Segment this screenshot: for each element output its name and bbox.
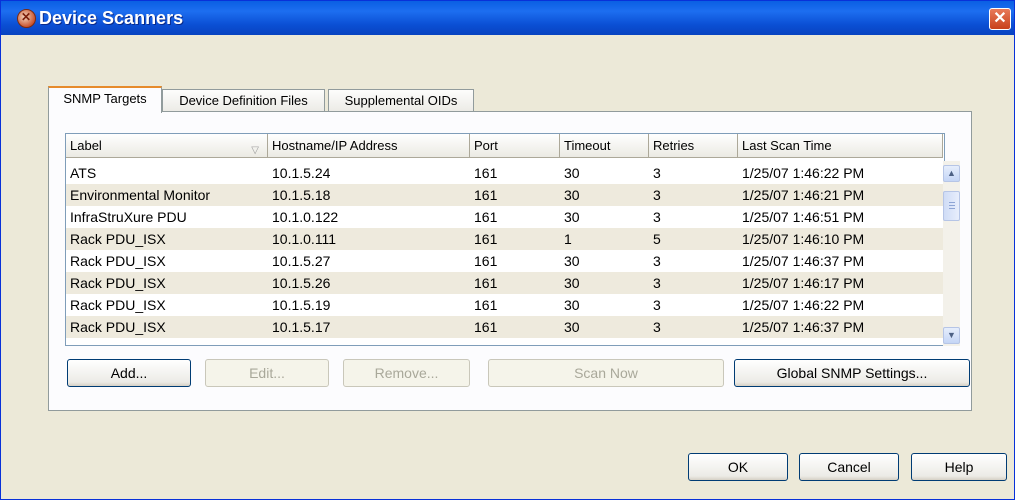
cell-hostname: 10.1.0.111 xyxy=(272,231,337,247)
column-header-port[interactable]: Port xyxy=(470,134,560,158)
cell-label: Rack PDU_ISX xyxy=(70,253,166,269)
scan-now-button[interactable]: Scan Now xyxy=(488,359,724,387)
snmp-targets-table: Label ▽ Hostname/IP Address Port Timeout… xyxy=(65,133,945,346)
window-title: Device Scanners xyxy=(39,8,184,28)
cancel-button[interactable]: Cancel xyxy=(799,453,899,481)
cell-port: 161 xyxy=(474,165,498,181)
column-header-label[interactable]: Label ▽ xyxy=(66,134,268,158)
table-row[interactable]: InfraStruXure PDU 10.1.0.122 161 30 3 1/… xyxy=(66,206,944,228)
cell-label: Environmental Monitor xyxy=(70,187,211,203)
tab-snmp-targets[interactable]: SNMP Targets xyxy=(48,86,162,113)
cell-port: 161 xyxy=(474,253,498,269)
cell-last-scan-time: 1/25/07 1:46:22 PM xyxy=(742,165,865,181)
cell-hostname: 10.1.5.17 xyxy=(272,319,331,335)
cell-last-scan-time: 1/25/07 1:46:21 PM xyxy=(742,187,865,203)
cell-last-scan-time: 1/25/07 1:46:51 PM xyxy=(742,209,865,225)
cell-timeout: 30 xyxy=(564,297,580,313)
cell-label: Rack PDU_ISX xyxy=(70,231,166,247)
app-icon xyxy=(17,9,36,28)
cell-last-scan-time: 1/25/07 1:46:10 PM xyxy=(742,231,865,247)
cell-retries: 3 xyxy=(653,297,661,313)
cell-last-scan-time: 1/25/07 1:46:37 PM xyxy=(742,253,865,269)
column-header-hostname[interactable]: Hostname/IP Address xyxy=(268,134,470,158)
help-button[interactable]: Help xyxy=(911,453,1007,481)
tab-supplemental-oids[interactable]: Supplemental OIDs xyxy=(328,89,474,111)
device-scanners-dialog: Device Scanners ✕ SNMP Targets Device De… xyxy=(0,0,1015,500)
cell-timeout: 30 xyxy=(564,319,580,335)
column-header-timeout[interactable]: Timeout xyxy=(560,134,649,158)
global-snmp-settings-button[interactable]: Global SNMP Settings... xyxy=(734,359,970,387)
cell-port: 161 xyxy=(474,187,498,203)
cell-hostname: 10.1.5.19 xyxy=(272,297,331,313)
cell-retries: 5 xyxy=(653,231,661,247)
add-button[interactable]: Add... xyxy=(67,359,191,387)
table-row[interactable]: Rack PDU_ISX 10.1.0.111 161 1 5 1/25/07 … xyxy=(66,228,944,250)
table-row[interactable]: Rack PDU_ISX 10.1.5.17 161 30 3 1/25/07 … xyxy=(66,316,944,338)
close-button[interactable]: ✕ xyxy=(989,8,1011,30)
cell-port: 161 xyxy=(474,319,498,335)
cell-last-scan-time: 1/25/07 1:46:37 PM xyxy=(742,319,865,335)
cell-timeout: 30 xyxy=(564,165,580,181)
vertical-scrollbar[interactable]: ▲ ▼ xyxy=(943,161,960,346)
cell-retries: 3 xyxy=(653,253,661,269)
column-header-retries[interactable]: Retries xyxy=(649,134,738,158)
cell-timeout: 30 xyxy=(564,209,580,225)
cell-label: Rack PDU_ISX xyxy=(70,319,166,335)
cell-retries: 3 xyxy=(653,209,661,225)
cell-hostname: 10.1.5.18 xyxy=(272,187,331,203)
cell-hostname: 10.1.5.26 xyxy=(272,275,331,291)
cell-timeout: 30 xyxy=(564,187,580,203)
scroll-down-icon[interactable]: ▼ xyxy=(943,327,960,344)
header-label-text: Label xyxy=(70,138,102,153)
cell-last-scan-time: 1/25/07 1:46:17 PM xyxy=(742,275,865,291)
cell-label: InfraStruXure PDU xyxy=(70,209,187,225)
cell-label: Rack PDU_ISX xyxy=(70,297,166,313)
cell-retries: 3 xyxy=(653,187,661,203)
table-row[interactable]: ATS 10.1.5.24 161 30 3 1/25/07 1:46:22 P… xyxy=(66,162,944,184)
edit-button[interactable]: Edit... xyxy=(205,359,329,387)
cell-timeout: 1 xyxy=(564,231,572,247)
table-row[interactable]: Rack PDU_ISX 10.1.5.26 161 30 3 1/25/07 … xyxy=(66,272,944,294)
cell-port: 161 xyxy=(474,231,498,247)
cell-port: 161 xyxy=(474,297,498,313)
title-bar[interactable]: Device Scanners ✕ xyxy=(1,1,1014,35)
ok-button[interactable]: OK xyxy=(688,453,788,481)
table-row[interactable]: Rack PDU_ISX 10.1.5.27 161 30 3 1/25/07 … xyxy=(66,250,944,272)
cell-timeout: 30 xyxy=(564,253,580,269)
table-row[interactable]: Environmental Monitor 10.1.5.18 161 30 3… xyxy=(66,184,944,206)
cell-retries: 3 xyxy=(653,275,661,291)
cell-retries: 3 xyxy=(653,165,661,181)
cell-hostname: 10.1.5.24 xyxy=(272,165,331,181)
cell-hostname: 10.1.0.122 xyxy=(272,209,339,225)
sort-descending-icon: ▽ xyxy=(251,145,259,156)
tab-device-definition-files[interactable]: Device Definition Files xyxy=(162,89,325,111)
cell-label: Rack PDU_ISX xyxy=(70,275,166,291)
column-header-last-scan-time[interactable]: Last Scan Time xyxy=(738,134,943,158)
scrollbar-thumb[interactable] xyxy=(943,191,960,221)
table-header: Label ▽ Hostname/IP Address Port Timeout… xyxy=(66,134,944,158)
cell-retries: 3 xyxy=(653,319,661,335)
cell-label: ATS xyxy=(70,165,97,181)
table-row[interactable]: Rack PDU_ISX 10.1.5.19 161 30 3 1/25/07 … xyxy=(66,294,944,316)
cell-last-scan-time: 1/25/07 1:46:22 PM xyxy=(742,297,865,313)
remove-button[interactable]: Remove... xyxy=(343,359,470,387)
cell-hostname: 10.1.5.27 xyxy=(272,253,331,269)
cell-timeout: 30 xyxy=(564,275,580,291)
cell-port: 161 xyxy=(474,209,498,225)
cell-port: 161 xyxy=(474,275,498,291)
scroll-up-icon[interactable]: ▲ xyxy=(943,165,960,182)
